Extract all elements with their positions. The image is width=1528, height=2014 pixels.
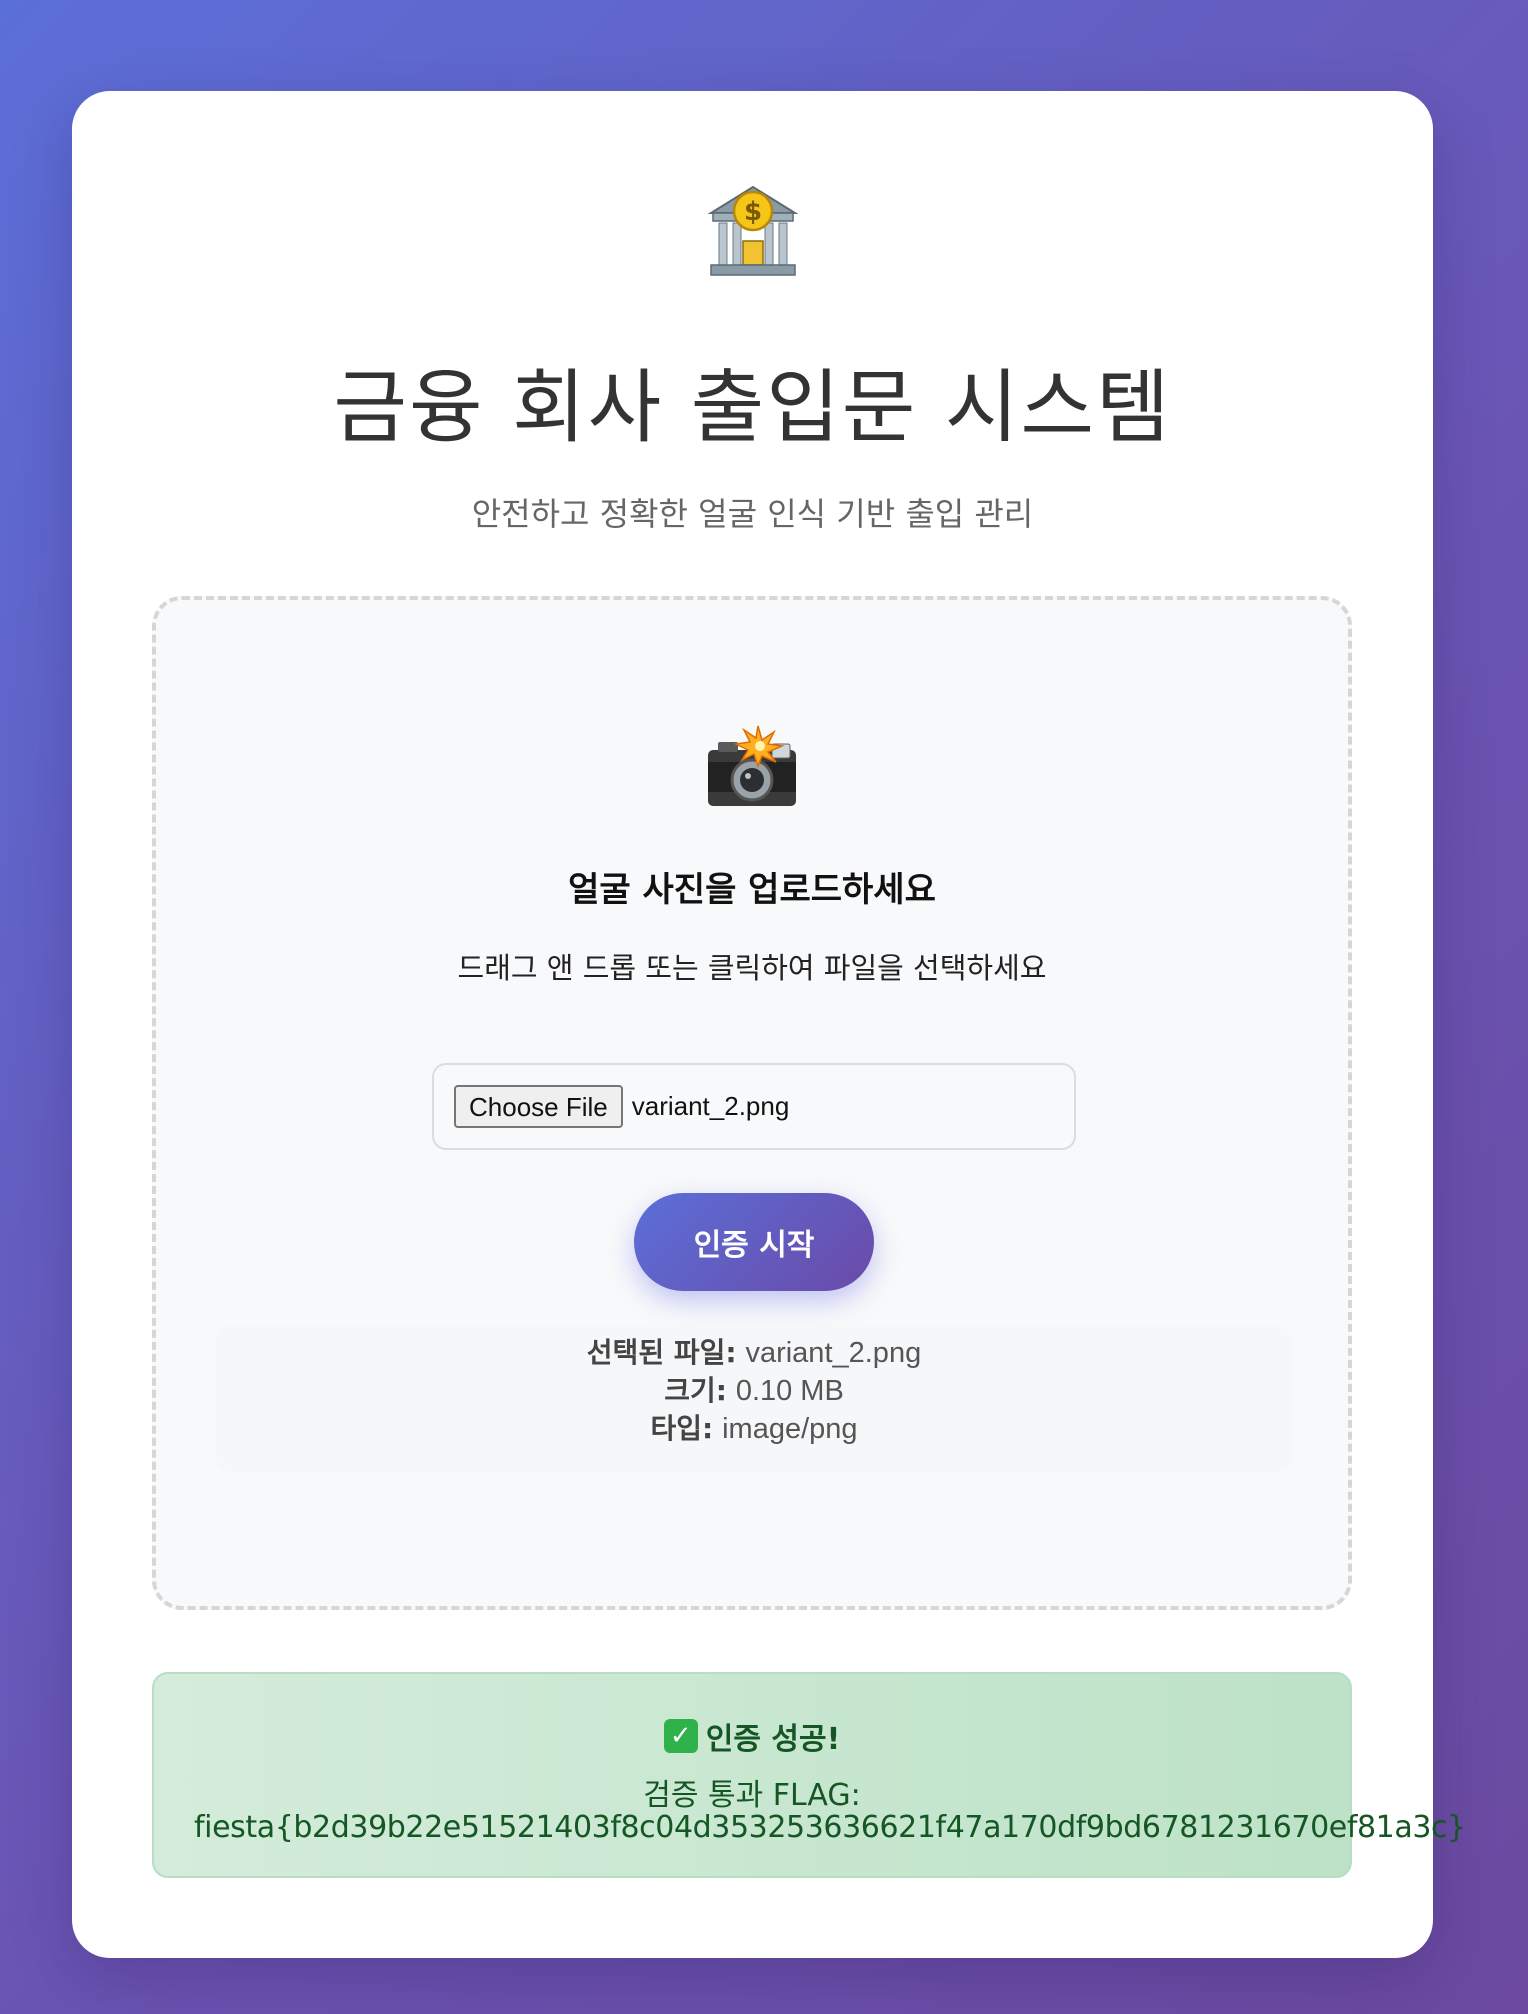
result-heading: ✓ 인증 성공! bbox=[154, 1714, 1350, 1758]
main-card: $ 금융 회사 출입문 시스템 안전하고 정확한 얼굴 인식 기반 출입 관리 … bbox=[72, 91, 1466, 1958]
file-info-panel: 선택된 파일: variant_2.png 크기: 0.10 MB 타입: im… bbox=[216, 1326, 1292, 1472]
logo: $ bbox=[72, 181, 1433, 291]
file-info-name: 선택된 파일: variant_2.png bbox=[216, 1334, 1292, 1372]
file-info-name-value: variant_2.png bbox=[745, 1337, 922, 1369]
svg-text:$: $ bbox=[743, 197, 761, 227]
page-title: 금융 회사 출입문 시스템 bbox=[333, 361, 1172, 454]
choose-file-button[interactable]: Choose File bbox=[454, 1085, 623, 1128]
file-input[interactable]: Choose File variant_2.png bbox=[432, 1063, 1076, 1150]
bank-icon: $ bbox=[706, 185, 799, 276]
file-info-size-label: 크기: bbox=[664, 1374, 727, 1407]
file-info-size: 크기: 0.10 MB bbox=[216, 1372, 1292, 1410]
file-info-type-label: 타입: bbox=[650, 1412, 714, 1445]
result-flag: fiesta{b2d39b22e51521403f8c04d3532536366… bbox=[194, 1810, 1466, 1845]
upload-title: 얼굴 사진을 업로드하세요 bbox=[568, 870, 936, 910]
file-info-name-label: 선택된 파일: bbox=[586, 1336, 737, 1369]
camera-flash-icon bbox=[708, 725, 796, 806]
upload-dropzone[interactable]: 얼굴 사진을 업로드하세요 드래그 앤 드롭 또는 클릭하여 파일을 선택하세요… bbox=[152, 596, 1352, 1610]
page-subtitle: 안전하고 정확한 얼굴 인식 기반 출입 관리 bbox=[471, 495, 1034, 533]
check-mark-icon: ✓ bbox=[663, 1719, 698, 1753]
file-name-label: variant_2.png bbox=[631, 1091, 790, 1121]
result-message: 검증 통과 FLAG: bbox=[643, 1778, 861, 1813]
result-heading-text: 인증 성공! bbox=[705, 1722, 841, 1757]
file-info-type-value: image/png bbox=[722, 1413, 858, 1445]
camera-container bbox=[156, 722, 1348, 812]
upload-hint: 드래그 앤 드롭 또는 클릭하여 파일을 선택하세요 bbox=[457, 951, 1047, 985]
start-auth-button[interactable]: 인증 시작 bbox=[634, 1193, 874, 1291]
result-success-box: ✓ 인증 성공! 검증 통과 FLAG: fiesta{b2d39b22e515… bbox=[152, 1672, 1466, 1878]
file-info-size-value: 0.10 MB bbox=[735, 1375, 844, 1407]
file-info-type: 타입: image/png bbox=[216, 1410, 1292, 1448]
